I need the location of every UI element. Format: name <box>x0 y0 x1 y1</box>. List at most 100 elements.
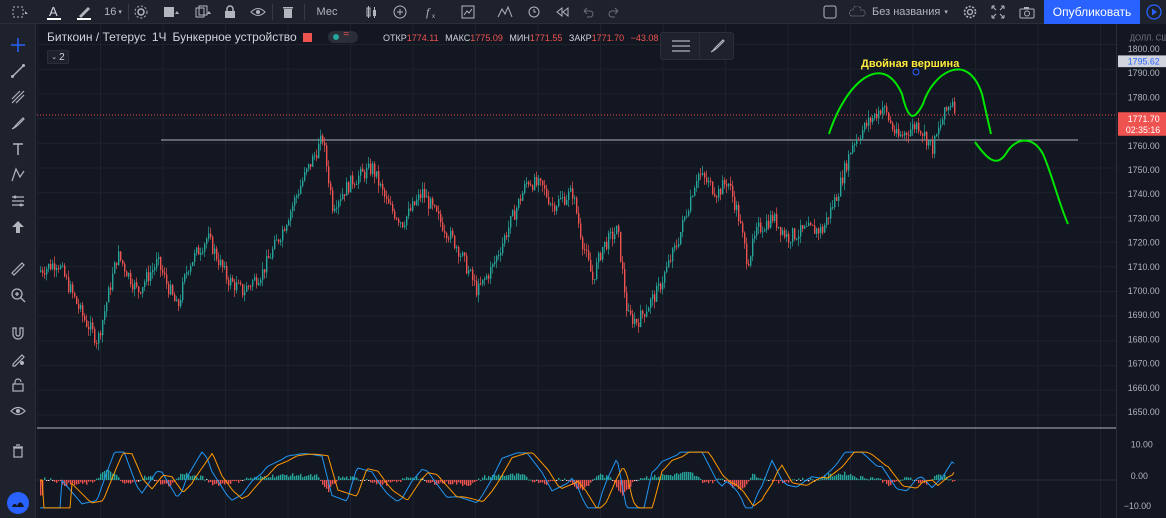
pen-color-icon[interactable] <box>699 33 735 59</box>
price-chart[interactable]: Двойная вершина <box>37 24 1116 518</box>
histogram-bar <box>778 480 780 484</box>
histogram-bar <box>604 477 606 480</box>
candle-body <box>708 180 710 183</box>
play-button[interactable] <box>1141 0 1166 24</box>
prediction-icon[interactable] <box>0 188 36 214</box>
alert-icon[interactable] <box>523 0 545 24</box>
eye-icon[interactable] <box>247 0 269 24</box>
text-tool-icon[interactable] <box>0 136 36 162</box>
candle-body <box>670 260 672 262</box>
candle-body <box>730 183 732 186</box>
candle-body <box>380 183 382 186</box>
histogram-bar <box>916 480 918 481</box>
candle-body <box>520 198 522 201</box>
candle-body <box>48 263 50 269</box>
histogram-bar <box>952 480 954 482</box>
indicators-icon[interactable]: fx <box>420 0 444 24</box>
lock-icon[interactable] <box>220 0 240 24</box>
histogram-bar <box>724 480 726 482</box>
pitchfork-icon[interactable] <box>0 84 36 110</box>
chart-legend[interactable]: Биткоин / Тетерус 1Ч Бункерное устройств… <box>47 29 364 44</box>
background-fill-icon[interactable] <box>158 0 186 24</box>
line-style-icon[interactable] <box>663 33 699 59</box>
line-color-icon[interactable] <box>70 0 98 24</box>
clone-icon[interactable] <box>190 0 218 24</box>
remove-drawings-icon[interactable] <box>0 438 36 464</box>
low-label: МИН <box>509 33 530 43</box>
candle-body <box>510 215 512 228</box>
candle-body <box>448 238 450 240</box>
trend-line-icon[interactable] <box>0 58 36 84</box>
histogram-bar <box>282 474 284 480</box>
arrow-up-icon[interactable] <box>0 214 36 240</box>
candle-body <box>570 188 572 192</box>
camera-icon[interactable] <box>1016 0 1038 24</box>
histogram-bar <box>232 480 234 481</box>
text-color-icon[interactable]: A <box>40 0 68 24</box>
candle-body <box>568 191 570 200</box>
pattern-drawings[interactable]: Двойная вершина <box>828 58 1069 225</box>
histogram-bar <box>694 475 696 480</box>
market-closed-icon <box>302 32 312 42</box>
font-size-select[interactable]: 16 ▾ <box>100 0 126 24</box>
logo-icon[interactable] <box>0 488 36 518</box>
interval-menu[interactable]: Мес <box>312 0 342 24</box>
candle-body <box>296 195 298 198</box>
selection-tool-icon[interactable] <box>4 0 36 24</box>
candle-body <box>496 255 498 262</box>
candle-body <box>274 239 276 249</box>
candle-body <box>618 225 620 232</box>
undo-icon[interactable] <box>578 0 598 24</box>
compare-icon[interactable] <box>458 0 478 24</box>
interval-label[interactable]: 1Ч <box>152 30 167 44</box>
layout-name[interactable]: Без названия ▾ <box>848 0 948 24</box>
candle-body <box>476 280 478 296</box>
candle-body <box>672 248 674 262</box>
symbol-name[interactable]: Биткоин / Тетерус <box>47 30 146 44</box>
stay-drawing-icon[interactable] <box>0 346 36 372</box>
magnet-icon[interactable] <box>0 320 36 346</box>
candle-body <box>574 197 576 199</box>
templates-icon[interactable] <box>494 0 516 24</box>
publish-button[interactable]: Опубликовать <box>1044 0 1140 24</box>
layout-select-icon[interactable] <box>820 0 840 24</box>
gear-icon[interactable] <box>960 0 980 24</box>
histogram-bar <box>292 473 294 480</box>
brush-icon[interactable] <box>0 110 36 136</box>
status-toggle[interactable]: ≈ <box>327 29 358 43</box>
add-indicator-icon[interactable] <box>390 0 410 24</box>
crosshair-icon[interactable] <box>0 32 36 58</box>
histogram-bar <box>644 477 646 480</box>
collapse-legend-button[interactable]: ⌄ 2 <box>47 50 69 64</box>
candle-body <box>500 252 502 256</box>
candle-body <box>848 154 850 171</box>
histogram-bar <box>776 480 778 481</box>
trash-icon[interactable] <box>278 0 298 24</box>
candle-body <box>116 262 118 265</box>
candle-body <box>416 199 418 205</box>
histogram-bar <box>770 479 772 481</box>
settings-icon[interactable] <box>131 0 151 24</box>
histogram-bar <box>634 480 636 481</box>
price-axis[interactable]: 1800.001790.001780.001770.001760.001750.… <box>1116 24 1166 518</box>
candle-body <box>842 177 844 184</box>
pattern-icon[interactable] <box>0 162 36 188</box>
candle-body <box>366 167 368 179</box>
replay-icon[interactable] <box>552 0 572 24</box>
candle-body <box>930 140 932 142</box>
candles-icon[interactable] <box>362 0 382 24</box>
histogram-bar <box>238 480 240 483</box>
ruler-icon[interactable] <box>0 256 36 282</box>
candle-body <box>438 211 440 214</box>
unlock-icon[interactable] <box>0 372 36 398</box>
candle-body <box>330 183 332 191</box>
candle-body <box>814 225 816 234</box>
histogram-bar <box>144 475 146 480</box>
zoom-in-icon[interactable] <box>0 282 36 308</box>
visibility-icon[interactable] <box>0 398 36 424</box>
candle-body <box>106 302 108 312</box>
histogram-bar <box>314 474 316 480</box>
redo-icon[interactable] <box>604 0 624 24</box>
fullscreen-icon[interactable] <box>988 0 1008 24</box>
font-size-value: 16 <box>104 6 117 18</box>
